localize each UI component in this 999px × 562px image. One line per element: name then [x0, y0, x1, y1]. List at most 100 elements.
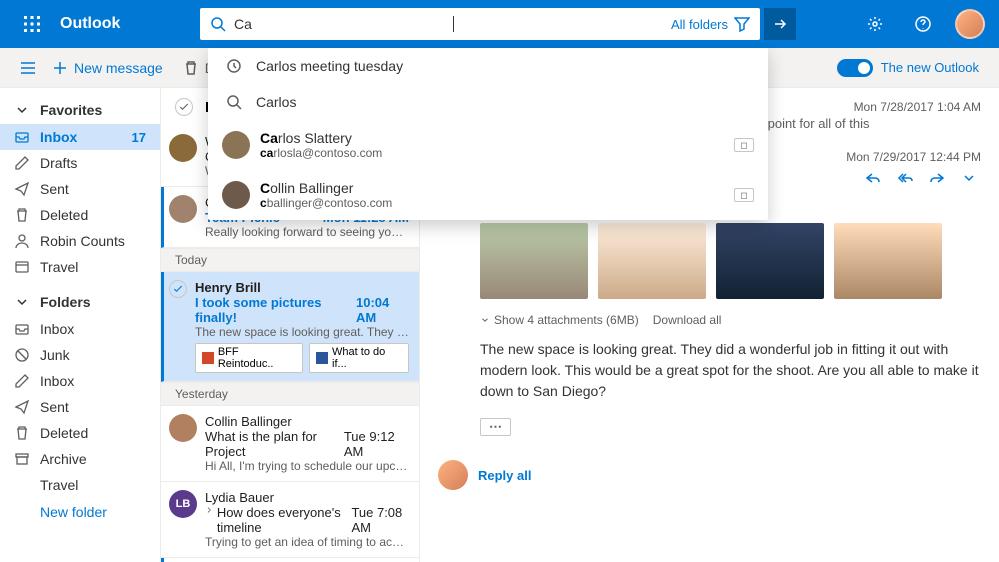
sender-name: Lydia Bauer [205, 490, 274, 505]
person-name: rlos Slattery [278, 130, 352, 146]
subject: I took some pictures finally! [195, 295, 356, 325]
reply-button[interactable] [861, 166, 885, 193]
nav-person[interactable]: Robin Counts [0, 228, 160, 254]
powerpoint-icon [202, 352, 214, 364]
subject: How does everyone's timeline [217, 505, 352, 535]
folders-header[interactable]: Folders [0, 288, 160, 316]
unread-count: 17 [132, 130, 146, 145]
nav-travel[interactable]: Travel [0, 254, 160, 280]
sender-avatar: LB [169, 490, 197, 518]
help-button[interactable] [901, 0, 945, 48]
image-thumbnail[interactable] [480, 223, 588, 299]
nav-toggle-button[interactable] [12, 60, 44, 76]
image-thumbnail[interactable] [598, 223, 706, 299]
forward-button[interactable] [925, 166, 949, 193]
expand-button[interactable] [957, 166, 981, 193]
attachment-chip[interactable]: BFF Reintoduc.. [195, 343, 303, 373]
favorites-label: Favorites [40, 102, 102, 118]
message-actions [861, 166, 981, 193]
sender-name: Henry Brill [195, 280, 261, 295]
nav-item-label: Sent [40, 181, 69, 197]
new-folder-link[interactable]: New folder [0, 498, 160, 526]
nav-item-label: Inbox [40, 129, 77, 145]
nav-folder-junk[interactable]: Junk [0, 342, 160, 368]
nav-inbox[interactable]: Inbox 17 [0, 124, 160, 150]
image-thumbnail[interactable] [716, 223, 824, 299]
nav-folder-archive[interactable]: Archive [0, 446, 160, 472]
settings-button[interactable] [853, 0, 897, 48]
user-avatar[interactable] [955, 9, 985, 39]
favorites-header[interactable]: Favorites [0, 96, 160, 124]
match-highlight: Ca [260, 130, 278, 146]
preview: Really looking forward to seeing you all… [205, 225, 409, 239]
nav-folder-inbox[interactable]: Inbox [0, 316, 160, 342]
app-name: Outlook [56, 15, 200, 33]
message-item[interactable]: Celeste burton!Machine budgetTue 6:27 AM… [161, 558, 419, 562]
app-launcher-button[interactable] [8, 0, 56, 48]
search-icon [222, 94, 246, 110]
preview: Hi All, I'm trying to schedule our upcom… [205, 459, 409, 473]
message-item[interactable]: LB Lydia BauerHow does everyone's timeli… [161, 482, 419, 558]
suggestion-history[interactable]: Carlos meeting tuesday [208, 48, 768, 84]
message-item-selected[interactable]: Henry BrillI took some pictures finally!… [161, 272, 419, 382]
person-avatar [222, 181, 250, 209]
nav-item-label: Junk [40, 347, 70, 363]
preview: The new space is looking great. They did… [195, 325, 409, 339]
contact-card-icon[interactable]: ◻ [734, 138, 754, 152]
filter-icon[interactable] [734, 16, 750, 32]
reply-all-link[interactable]: Reply all [478, 468, 531, 483]
nav-folder-sent[interactable]: Sent [0, 394, 160, 420]
suggestion-person[interactable]: Collin Ballingercballinger@contoso.com ◻ [208, 170, 768, 220]
new-message-button[interactable]: New message [44, 60, 171, 76]
search-input[interactable] [226, 16, 459, 32]
search-scope-dropdown[interactable]: All folders [671, 17, 734, 32]
nav-folder-deleted[interactable]: Deleted [0, 420, 160, 446]
download-all-link[interactable]: Download all [653, 313, 722, 327]
person-email: ballinger@contoso.com [267, 196, 393, 210]
text-cursor [453, 16, 454, 32]
suggestion-person[interactable]: Carlos Slatterycarlosla@contoso.com ◻ [208, 120, 768, 170]
word-icon [316, 352, 328, 364]
group-today: Today [161, 248, 419, 272]
attachment-name: BFF Reintoduc.. [218, 346, 296, 370]
nav-item-label: Deleted [40, 425, 88, 441]
reply-all-button[interactable] [893, 166, 917, 193]
sender-name: Collin Ballinger [205, 414, 292, 429]
nav-folder-inbox2[interactable]: Inbox [0, 368, 160, 394]
select-all-checkbox[interactable] [175, 98, 193, 116]
contact-card-icon[interactable]: ◻ [734, 188, 754, 202]
attachment-name: What to do if... [332, 346, 402, 370]
image-thumbnail[interactable] [834, 223, 942, 299]
subject: What is the plan for Project [205, 429, 344, 459]
timestamp: Tue 7:08 AM [351, 505, 409, 535]
user-avatar [438, 460, 468, 490]
nav-item-label: Sent [40, 399, 69, 415]
attachments-label: Show 4 attachments (6MB) [494, 313, 639, 327]
nav-folder-travel[interactable]: Travel [0, 472, 160, 498]
nav-deleted[interactable]: Deleted [0, 202, 160, 228]
message-body: The new space is looking great. They did… [480, 339, 981, 402]
sender-avatar [169, 134, 197, 162]
show-attachments-toggle[interactable]: Show 4 attachments (6MB) [480, 313, 639, 327]
message-item[interactable]: Collin BallingerWhat is the plan for Pro… [161, 406, 419, 482]
suggestion-text: Carlos meeting tuesday [256, 58, 403, 74]
message-checkbox[interactable] [169, 280, 187, 298]
group-yesterday: Yesterday [161, 382, 419, 406]
nav-item-label: Archive [40, 451, 87, 467]
new-outlook-toggle[interactable] [837, 59, 873, 77]
suggestion-search[interactable]: Carlos [208, 84, 768, 120]
folder-nav: Favorites Inbox 17 Drafts Sent Deleted Ro… [0, 88, 160, 562]
more-actions-button[interactable]: ⋯ [480, 418, 511, 436]
nav-item-label: Inbox [40, 373, 74, 389]
search-box[interactable]: All folders [200, 8, 760, 40]
nav-drafts[interactable]: Drafts [0, 150, 160, 176]
message-date: Mon 7/29/2017 12:44 PM [846, 150, 981, 164]
nav-item-label: Inbox [40, 321, 74, 337]
attachment-chip[interactable]: What to do if... [309, 343, 409, 373]
nav-item-label: Robin Counts [40, 233, 125, 249]
nav-sent[interactable]: Sent [0, 176, 160, 202]
suggestion-text: Carlos [256, 94, 296, 110]
search-submit-button[interactable] [764, 8, 796, 40]
timestamp: Tue 9:12 AM [344, 429, 409, 459]
reply-all-row[interactable]: Reply all [438, 460, 981, 490]
